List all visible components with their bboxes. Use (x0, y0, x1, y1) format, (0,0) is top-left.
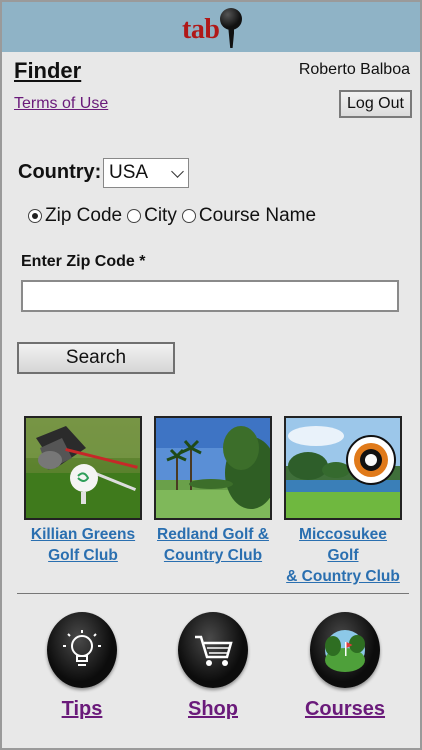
section-divider (17, 593, 409, 594)
top-bar: tab (2, 2, 420, 52)
radio-label-course-name: Course Name (198, 205, 317, 226)
page-title: Finder (14, 58, 82, 83)
zip-code-label: Enter Zip Code * (21, 253, 146, 270)
course-name-link[interactable]: Killian Greens Golf Club (24, 524, 142, 566)
country-label: Country: (18, 161, 102, 183)
course-name-line2[interactable]: Golf Club (24, 545, 142, 566)
terms-of-use-link[interactable]: Terms of Use (14, 95, 108, 113)
radio-course-name[interactable]: Course Name (181, 205, 317, 227)
course-thumbnail[interactable] (24, 416, 142, 520)
radio-button-zip-code[interactable] (28, 209, 42, 223)
course-name-line1[interactable]: Redland Golf & (154, 524, 272, 545)
search-by-options: Zip Code City Course Name (28, 205, 321, 227)
zip-code-input[interactable] (21, 280, 399, 312)
course-name-line2[interactable]: & Country Club (284, 566, 402, 587)
chevron-down-icon (171, 165, 184, 178)
course-name-link[interactable]: Miccosukee Golf & Country Club (284, 524, 402, 587)
nav-shop-label[interactable]: Shop (158, 698, 268, 721)
radio-label-city: City (144, 205, 177, 226)
nav-shop[interactable]: Shop (158, 612, 268, 721)
course-name-line2[interactable]: Country Club (154, 545, 272, 566)
lightbulb-icon[interactable] (47, 612, 117, 688)
nav-courses[interactable]: Courses (290, 612, 400, 721)
course-thumbnail[interactable] (154, 416, 272, 520)
country-select[interactable]: USA (103, 158, 189, 188)
course-thumbnail[interactable] (284, 416, 402, 520)
app-frame: tab Finder Roberto Balboa Terms of Use L… (0, 0, 422, 750)
radio-button-city[interactable] (127, 209, 142, 223)
golf-ball-on-tee-photo (26, 418, 140, 518)
search-button[interactable]: Search (17, 342, 175, 374)
nav-courses-label[interactable]: Courses (290, 698, 400, 721)
course-card-killian-greens[interactable]: Killian Greens Golf Club (24, 416, 142, 566)
nav-tips-label[interactable]: Tips (27, 698, 137, 721)
radio-city[interactable]: City (127, 205, 177, 227)
radio-button-course-name[interactable] (181, 209, 196, 223)
logo-text: tab (182, 14, 220, 45)
course-card-redland[interactable]: Redland Golf & Country Club (154, 416, 272, 566)
tab-logo: tab (182, 6, 243, 48)
lake-and-logo-photo (286, 418, 400, 518)
palm-trees-fairway-photo (156, 418, 270, 518)
golf-course-icon[interactable] (310, 612, 380, 688)
user-name: Roberto Balboa (298, 61, 410, 78)
cart-icon[interactable] (178, 612, 248, 688)
radio-label-zip-code: Zip Code (45, 205, 123, 226)
golf-ball-on-tee-icon (220, 8, 243, 48)
course-name-line1[interactable]: Miccosukee Golf (284, 524, 402, 566)
course-card-miccosukee[interactable]: Miccosukee Golf & Country Club (284, 416, 402, 587)
radio-zip-code[interactable]: Zip Code (28, 205, 122, 227)
country-select-value: USA (109, 162, 149, 183)
course-name-line1[interactable]: Killian Greens (24, 524, 142, 545)
course-name-link[interactable]: Redland Golf & Country Club (154, 524, 272, 566)
nav-tips[interactable]: Tips (27, 612, 137, 721)
log-out-button[interactable]: Log Out (339, 90, 412, 118)
